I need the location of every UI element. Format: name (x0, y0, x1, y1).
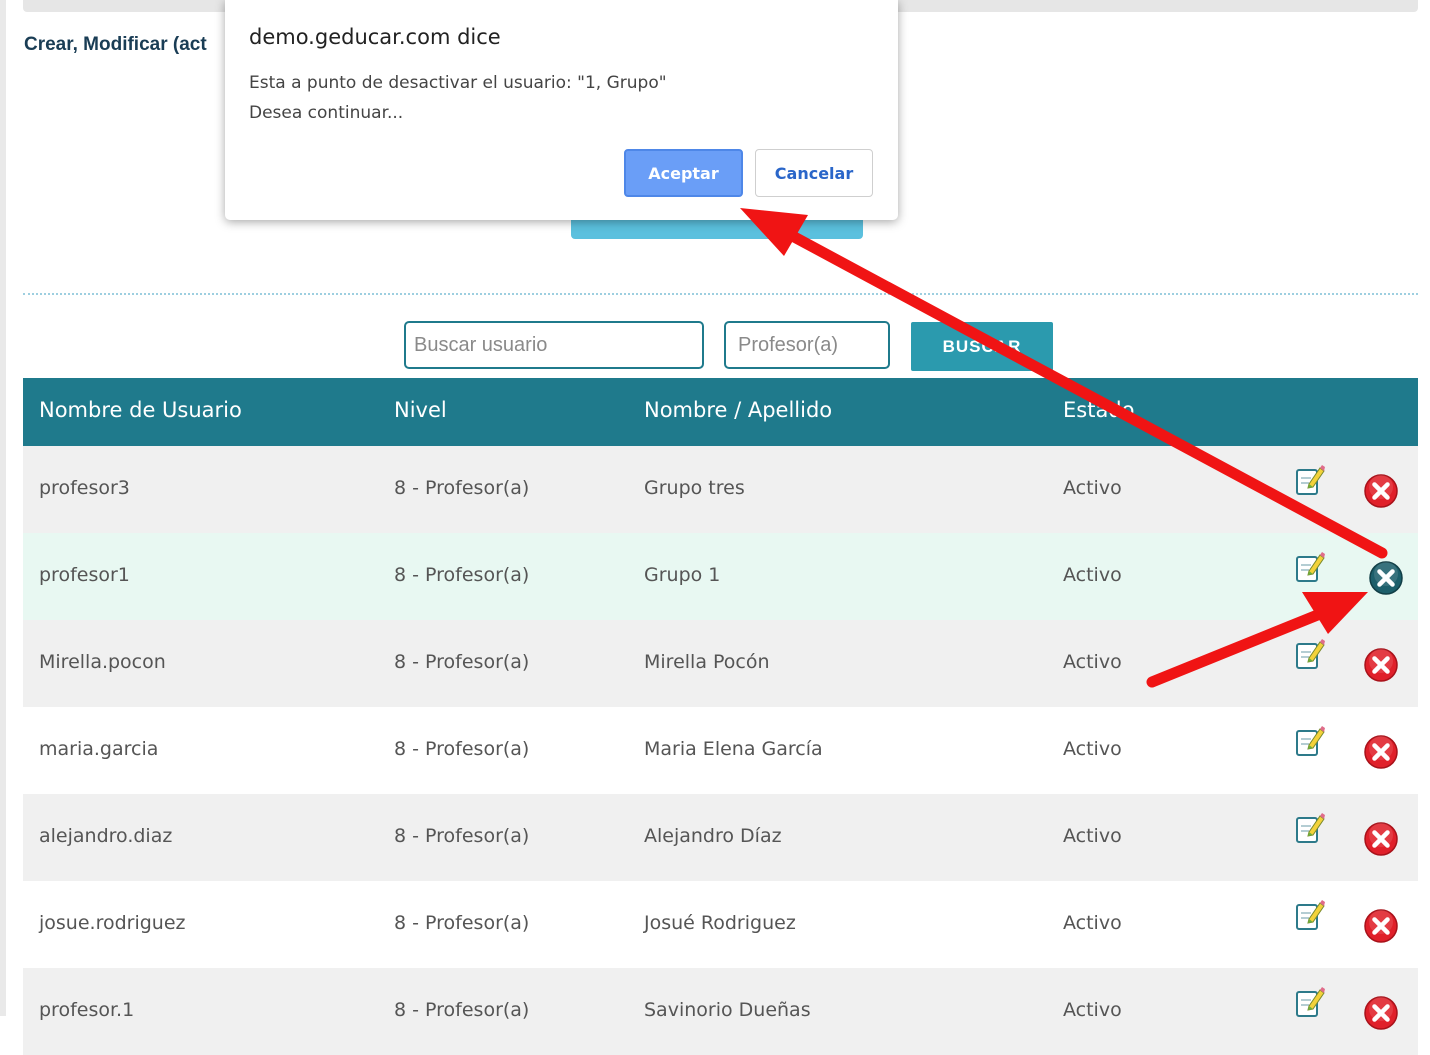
search-button[interactable]: BUSCAR (911, 322, 1053, 371)
header-status: Estado (1063, 398, 1135, 422)
table-row: Mirella.pocon 8 - Profesor(a) Mirella Pocó… (23, 620, 1418, 707)
table-row: profesor.1 8 - Profesor(a) Savinorio Dueña… (23, 968, 1418, 1055)
header-name: Nombre / Apellido (644, 398, 833, 422)
cell-username: profesor3 (39, 477, 130, 499)
table-row: alejandro.diaz 8 - Profesor(a) Alejandro D… (23, 794, 1418, 881)
dialog-message-line: Esta a punto de desactivar el usuario: "… (249, 73, 667, 93)
cell-level: 8 - Profesor(a) (394, 825, 530, 847)
cell-level: 8 - Profesor(a) (394, 912, 530, 934)
delete-icon[interactable] (1363, 473, 1399, 509)
cell-name: Mirella Pocón (644, 651, 770, 673)
delete-icon[interactable] (1363, 821, 1399, 857)
table-row: maria.garcia 8 - Profesor(a) Maria Elena G… (23, 707, 1418, 794)
cell-level: 8 - Profesor(a) (394, 477, 530, 499)
cell-name: Josué Rodriguez (644, 912, 796, 934)
cell-name: Alejandro Díaz (644, 825, 782, 847)
edit-icon[interactable] (1295, 986, 1325, 1018)
cell-level: 8 - Profesor(a) (394, 651, 530, 673)
edit-icon[interactable] (1295, 638, 1325, 670)
delete-icon[interactable] (1363, 647, 1399, 683)
table-row: profesor3 8 - Profesor(a) Grupo tres Activo (23, 446, 1418, 533)
header-username: Nombre de Usuario (39, 398, 242, 422)
search-level-input[interactable] (724, 321, 890, 369)
edit-icon[interactable] (1295, 725, 1325, 757)
cell-status: Activo (1063, 825, 1122, 847)
cell-level: 8 - Profesor(a) (394, 738, 530, 760)
submit-button-partial[interactable] (571, 218, 863, 239)
edit-icon[interactable] (1295, 464, 1325, 496)
header-level: Nivel (394, 398, 447, 422)
delete-icon[interactable] (1363, 908, 1399, 944)
cell-status: Activo (1063, 477, 1122, 499)
cell-username: Mirella.pocon (39, 651, 166, 673)
cell-username: alejandro.diaz (39, 825, 173, 847)
cell-name: Grupo 1 (644, 564, 721, 586)
cell-status: Activo (1063, 912, 1122, 934)
accept-button[interactable]: Aceptar (624, 149, 743, 197)
cell-status: Activo (1063, 738, 1122, 760)
cell-level: 8 - Profesor(a) (394, 999, 530, 1021)
cell-status: Activo (1063, 999, 1122, 1021)
users-table: Nombre de Usuario Nivel Nombre / Apellid… (23, 378, 1418, 1055)
cell-name: Grupo tres (644, 477, 745, 499)
confirm-dialog: demo.geducar.com dice Esta a punto de de… (225, 0, 898, 220)
section-title: Crear, Modificar (act (24, 34, 207, 55)
dialog-message-line: Desea continuar... (249, 103, 404, 123)
cell-username: josue.rodriguez (39, 912, 186, 934)
dialog-title: demo.geducar.com dice (249, 25, 501, 49)
cell-status: Activo (1063, 651, 1122, 673)
cell-username: maria.garcia (39, 738, 159, 760)
cell-name: Savinorio Dueñas (644, 999, 811, 1021)
edit-icon[interactable] (1295, 551, 1325, 583)
cell-username: profesor.1 (39, 999, 135, 1021)
cell-name: Maria Elena García (644, 738, 823, 760)
left-border (0, 0, 6, 1016)
divider (23, 293, 1418, 295)
edit-icon[interactable] (1295, 812, 1325, 844)
table-row: profesor1 8 - Profesor(a) Grupo 1 Activo (23, 533, 1418, 620)
edit-icon[interactable] (1295, 899, 1325, 931)
cancel-button[interactable]: Cancelar (755, 149, 873, 197)
delete-icon[interactable] (1363, 995, 1399, 1031)
cell-status: Activo (1063, 564, 1122, 586)
search-user-input[interactable] (404, 321, 704, 369)
dialog-message: Esta a punto de desactivar el usuario: "… (249, 68, 667, 128)
table-header: Nombre de Usuario Nivel Nombre / Apellid… (23, 378, 1418, 446)
cell-username: profesor1 (39, 564, 130, 586)
cell-level: 8 - Profesor(a) (394, 564, 530, 586)
table-row: josue.rodriguez 8 - Profesor(a) Josué Rodr… (23, 881, 1418, 968)
delete-icon[interactable] (1368, 560, 1404, 596)
delete-icon[interactable] (1363, 734, 1399, 770)
